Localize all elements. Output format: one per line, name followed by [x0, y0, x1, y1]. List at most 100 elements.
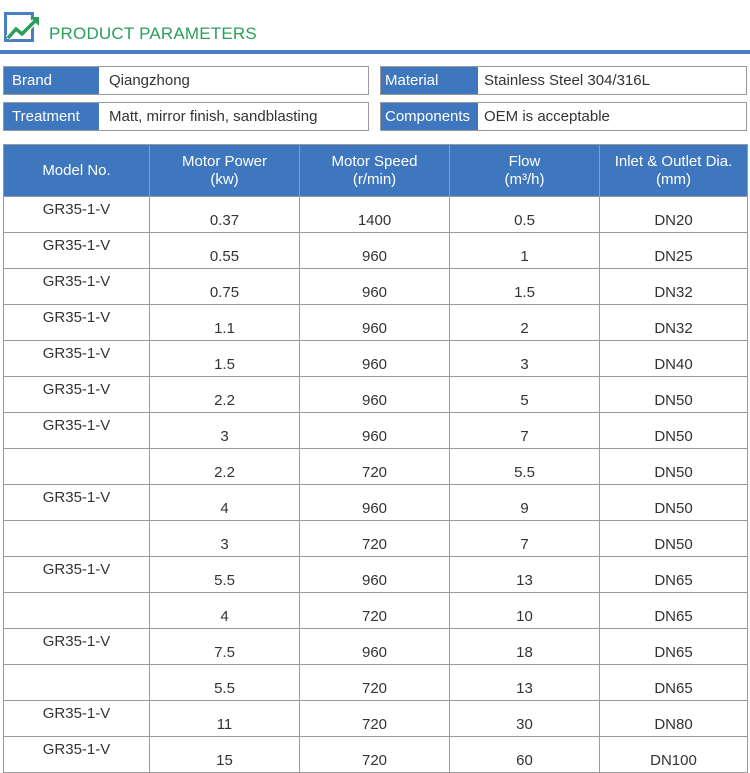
components-label: Components	[381, 103, 478, 130]
material-label: Material	[381, 67, 478, 94]
motor-power-cell: 4	[149, 484, 300, 521]
motor-power-cell: 4	[149, 592, 300, 629]
motor-speed-cell: 720	[299, 664, 450, 701]
motor-speed-cell: 960	[299, 556, 450, 593]
dia-cell: DN40	[599, 340, 748, 377]
parameters-table: Model No. Motor Power (kw) Motor Speed (…	[3, 144, 748, 773]
flow-cell: 30	[449, 700, 600, 737]
motor-power-cell: 0.37	[149, 196, 300, 233]
components-field: Components OEM is acceptable	[380, 102, 747, 131]
motor-speed-cell: 720	[299, 592, 450, 629]
motor-speed-cell: 960	[299, 232, 450, 269]
motor-speed-cell: 720	[299, 700, 450, 737]
flow-cell: 1.5	[449, 268, 600, 305]
header-flow-label: Flow	[508, 152, 541, 170]
motor-power-cell: 0.75	[149, 268, 300, 305]
header-motor-power-label: Motor Power	[181, 152, 268, 170]
flow-cell: 9	[449, 484, 600, 521]
header-motor-speed-label: Motor Speed	[331, 152, 418, 170]
motor-speed-cell: 960	[299, 340, 450, 377]
motor-power-cell: 11	[149, 700, 300, 737]
motor-power-cell: 5.5	[149, 556, 300, 593]
treatment-label: Treatment	[4, 103, 99, 130]
motor-power-cell: 3	[149, 520, 300, 557]
table-row: GR35-1-V 0.75 960 1.5 DN32	[3, 268, 748, 305]
dia-cell: DN65	[599, 556, 748, 593]
flow-cell: 2	[449, 304, 600, 341]
treatment-field: Treatment Matt, mirror finish, sandblast…	[3, 102, 369, 131]
motor-speed-cell: 960	[299, 268, 450, 305]
flow-cell: 10	[449, 592, 600, 629]
dia-cell: DN25	[599, 232, 748, 269]
material-value: Stainless Steel 304/316L	[484, 72, 650, 89]
motor-power-cell: 2.2	[149, 448, 300, 485]
model-no-cell: GR35-1-V	[3, 196, 150, 233]
table-row: GR35-1-V 2.2 960 5 DN50	[3, 376, 748, 413]
header-flow: Flow (m³/h)	[449, 144, 600, 197]
flow-cell: 5.5	[449, 448, 600, 485]
components-value: OEM is acceptable	[484, 108, 610, 125]
dia-cell: DN65	[599, 592, 748, 629]
motor-speed-cell: 1400	[299, 196, 450, 233]
model-no-cell: GR35-1-V	[3, 232, 150, 269]
motor-speed-cell: 720	[299, 736, 450, 773]
table-row: GR35-1-V 1.1 960 2 DN32	[3, 304, 748, 341]
model-no-cell: GR35-1-V	[3, 700, 150, 737]
header-motor-power: Motor Power (kw)	[149, 144, 300, 197]
model-no-cell: GR35-1-V	[3, 340, 150, 377]
brand-label: Brand	[4, 67, 99, 94]
motor-power-cell: 5.5	[149, 664, 300, 701]
motor-speed-cell: 720	[299, 520, 450, 557]
header-model-no: Model No.	[3, 144, 150, 197]
dia-cell: DN80	[599, 700, 748, 737]
table-row: GR35-1-V 0.55 960 1 DN25	[3, 232, 748, 269]
motor-speed-cell: 720	[299, 448, 450, 485]
dia-cell: DN32	[599, 268, 748, 305]
dia-cell: DN50	[599, 484, 748, 521]
motor-power-cell: 15	[149, 736, 300, 773]
flow-cell: 3	[449, 340, 600, 377]
dia-cell: DN20	[599, 196, 748, 233]
model-no-cell	[3, 592, 150, 629]
flow-cell: 18	[449, 628, 600, 665]
header-inlet-outlet-dia-label: Inlet & Outlet Dia.	[614, 152, 733, 170]
flow-cell: 13	[449, 556, 600, 593]
model-no-cell: GR35-1-V	[3, 628, 150, 665]
material-field: Material Stainless Steel 304/316L	[380, 66, 747, 95]
table-body: GR35-1-V 0.37 1400 0.5 DN20 GR35-1-V 0.55 960 1 D…	[3, 196, 748, 773]
flow-cell: 7	[449, 520, 600, 557]
table-row: GR35-1-V 5.5 960 13 DN65	[3, 556, 748, 593]
model-no-cell: GR35-1-V	[3, 304, 150, 341]
flow-cell: 60	[449, 736, 600, 773]
treatment-value: Matt, mirror finish, sandblasting	[109, 108, 318, 125]
dia-cell: DN50	[599, 448, 748, 485]
header-model-no-label: Model No.	[42, 161, 111, 179]
model-no-cell: GR35-1-V	[3, 268, 150, 305]
motor-speed-cell: 960	[299, 376, 450, 413]
flow-cell: 0.5	[449, 196, 600, 233]
header-motor-power-unit: (kw)	[210, 170, 239, 188]
model-no-cell: GR35-1-V	[3, 412, 150, 449]
header-inlet-outlet-dia-unit: (mm)	[656, 170, 691, 188]
model-no-cell: GR35-1-V	[3, 736, 150, 773]
motor-speed-cell: 960	[299, 484, 450, 521]
table-row: GR35-1-V 7.5 960 18 DN65	[3, 628, 748, 665]
table-row: GR35-1-V 4 960 9 DN50	[3, 484, 748, 521]
motor-power-cell: 0.55	[149, 232, 300, 269]
chart-trend-logo-icon	[4, 12, 40, 42]
table-row: GR35-1-V 11 720 30 DN80	[3, 700, 748, 737]
table-row: GR35-1-V 0.37 1400 0.5 DN20	[3, 196, 748, 233]
header-motor-speed: Motor Speed (r/min)	[299, 144, 450, 197]
motor-speed-cell: 960	[299, 304, 450, 341]
table-header-row: Model No. Motor Power (kw) Motor Speed (…	[3, 144, 748, 197]
flow-cell: 13	[449, 664, 600, 701]
flow-cell: 1	[449, 232, 600, 269]
dia-cell: DN65	[599, 664, 748, 701]
header-flow-unit: (m³/h)	[504, 170, 545, 188]
table-row: GR35-1-V 3 960 7 DN50	[3, 412, 748, 449]
dia-cell: DN32	[599, 304, 748, 341]
table-row: 5.5 720 13 DN65	[3, 664, 748, 701]
flow-cell: 5	[449, 376, 600, 413]
model-no-cell: GR35-1-V	[3, 484, 150, 521]
dia-cell: DN100	[599, 736, 748, 773]
